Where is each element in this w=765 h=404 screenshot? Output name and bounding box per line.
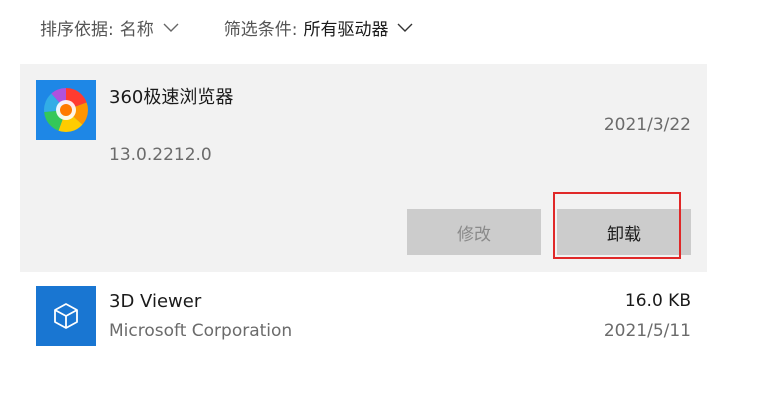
app-list-item-selected[interactable]: 360极速浏览器 2021/3/22 13.0.2212.0 修改 卸载 (20, 64, 707, 272)
sort-label: 排序依据: (40, 19, 114, 40)
app-version: 13.0.2212.0 (109, 145, 212, 165)
app-name: 3D Viewer (109, 291, 202, 312)
app-list-item[interactable]: 3D Viewer 16.0 KB Microsoft Corporation … (20, 272, 707, 352)
app-install-date: 2021/5/11 (603, 321, 691, 341)
360-browser-icon (36, 80, 96, 140)
uninstall-button[interactable]: 卸载 (557, 209, 691, 255)
apps-list-page: 排序依据: 名称 筛选条件: 所有驱动器 360极速浏览器 2021/3/22 … (0, 0, 765, 404)
app-publisher: Microsoft Corporation (109, 321, 293, 341)
filter-label: 筛选条件: (223, 19, 298, 40)
sort-dropdown[interactable]: 排序依据: 名称 (40, 15, 180, 40)
filter-value: 所有驱动器 (303, 19, 389, 40)
chevron-down-icon (163, 23, 179, 32)
app-size: 16.0 KB (624, 291, 691, 311)
chevron-down-icon (397, 23, 413, 32)
filter-dropdown[interactable]: 筛选条件: 所有驱动器 (224, 15, 415, 40)
3d-viewer-icon (36, 286, 96, 346)
app-install-date: 2021/3/22 (603, 115, 691, 135)
modify-button[interactable]: 修改 (407, 209, 541, 255)
sort-value: 名称 (119, 19, 154, 40)
filter-bar: 排序依据: 名称 筛选条件: 所有驱动器 (40, 14, 458, 40)
app-name: 360极速浏览器 (109, 87, 234, 108)
